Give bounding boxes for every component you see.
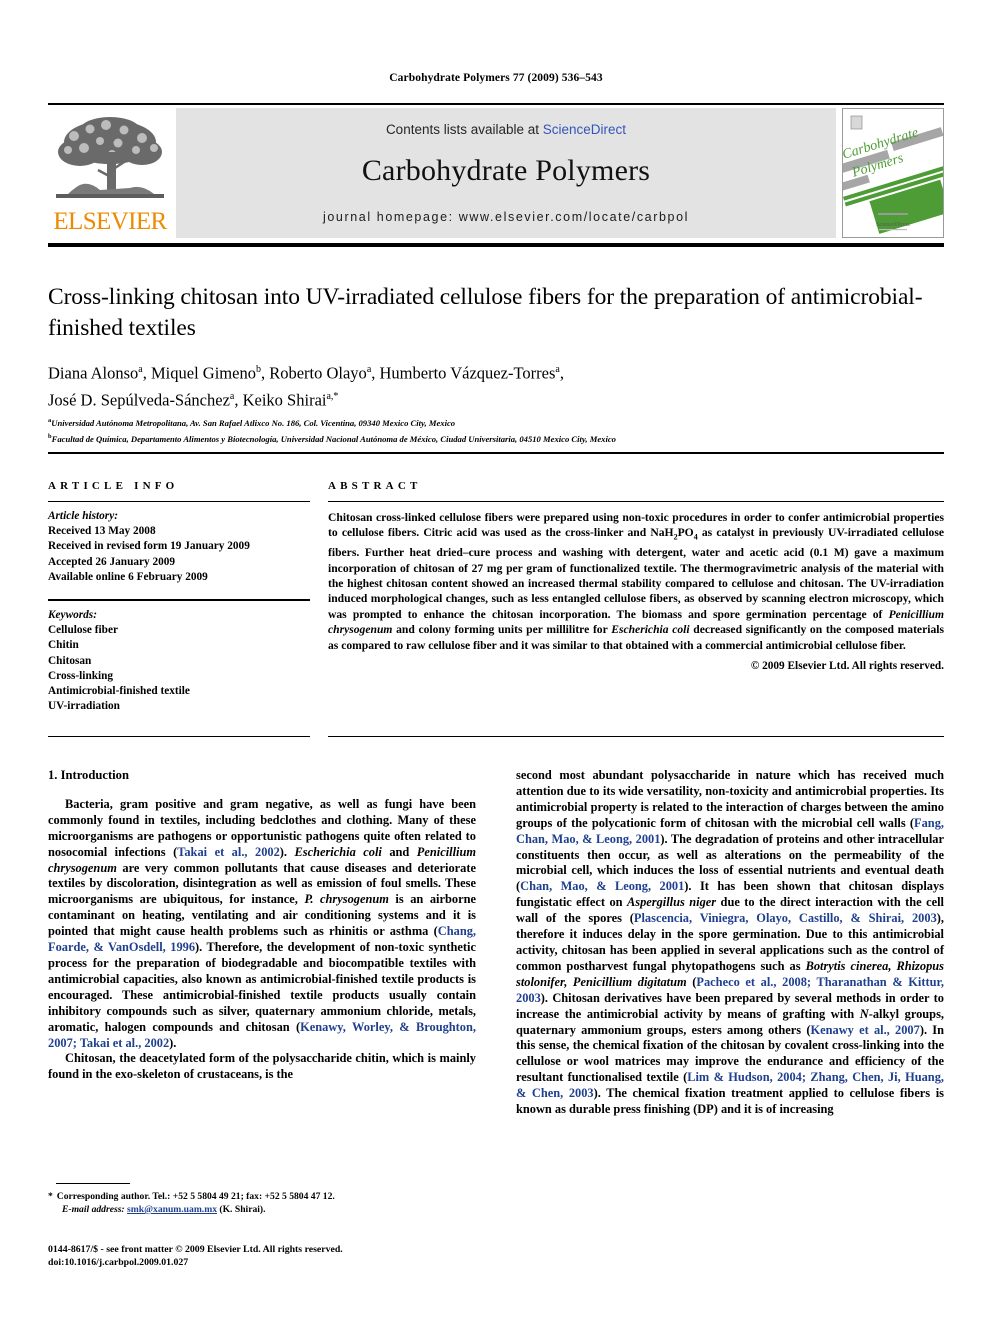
author-list: Diana Alonsoa, Miquel Gimenob, Roberto O… (48, 358, 928, 411)
section-heading-introduction: 1. Introduction (48, 768, 129, 782)
affiliation-b: bFacultad de Química, Departamento Alime… (48, 432, 616, 444)
imprint-front-matter: 0144-8617/$ - see front matter © 2009 El… (48, 1244, 343, 1255)
keyword-item: Chitosan (48, 654, 92, 667)
cover-artwork: Carbohydrate Polymers ScienceDirect (843, 109, 943, 237)
email-link[interactable]: smk@xanum.uam.mx (127, 1204, 217, 1215)
journal-masthead: ELSEVIER Contents lists available at Sci… (48, 103, 944, 240)
citation-link[interactable]: Plascencia, Viniegra, Olayo, Castillo, &… (634, 911, 937, 925)
article-history: Article history: Received 13 May 2008 Re… (48, 502, 310, 585)
abstract-copyright: © 2009 Elsevier Ltd. All rights reserved… (750, 659, 944, 672)
keyword-item: Cross-linking (48, 669, 114, 682)
history-item: Received in revised form 19 January 2009 (48, 540, 250, 553)
keyword-item: Chitin (48, 639, 79, 652)
abstract-text: Chitosan cross-linked cellulose fibers w… (328, 511, 945, 652)
intro-paragraph-2-cont: second most abundant polysaccharide in n… (516, 768, 944, 1117)
imprint-doi: doi:10.1016/j.carbpol.2009.01.027 (48, 1257, 189, 1268)
sciencedirect-link[interactable]: ScienceDirect (543, 122, 626, 137)
info-bottom-rule (48, 736, 310, 737)
keyword-item: Cellulose fiber (48, 624, 118, 637)
body-column-left: 1. Introduction Bacteria, gram positive … (48, 768, 476, 1083)
affiliations: aUniversidad Autónoma Metropolitana, Av.… (48, 414, 938, 446)
svg-text:ScienceDirect: ScienceDirect (876, 222, 910, 228)
contents-available-line: Contents lists available at ScienceDirec… (176, 122, 836, 137)
page-title: Cross-linking chitosan into UV-irradiate… (48, 284, 923, 341)
journal-cover-thumbnail: Carbohydrate Polymers ScienceDirect (842, 108, 944, 238)
email-label: E-mail address: (62, 1204, 125, 1215)
keywords-label: Keywords: (48, 609, 97, 622)
contents-available-label: Contents lists available at (385, 122, 543, 137)
journal-title: Carbohydrate Polymers (361, 154, 651, 187)
publisher-imprint: 0144-8617/$ - see front matter © 2009 El… (48, 1243, 478, 1269)
citation-link[interactable]: Takai et al., 2002 (177, 845, 280, 859)
affiliation-rule (48, 452, 944, 454)
footnote-line-1: * Corresponding author. Tel.: +52 5 5804 … (48, 1191, 335, 1202)
corresponding-author-footnote: * Corresponding author. Tel.: +52 5 5804 … (48, 1190, 478, 1216)
history-item: Received 13 May 2008 (48, 525, 156, 538)
footnote-email-line: E-mail address: smk@xanum.uam.mx (K. Shi… (62, 1204, 266, 1215)
elsevier-tree-icon (54, 112, 166, 208)
journal-banner: Contents lists available at ScienceDirec… (176, 108, 836, 238)
author-line-1: Diana Alonsoa, Miquel Gimenob, Roberto O… (48, 363, 564, 383)
article-page: Carbohydrate Polymers 77 (2009) 536–543 (0, 0, 992, 1323)
abstract-bottom-rule (328, 736, 944, 737)
journal-homepage[interactable]: journal homepage: www.elsevier.com/locat… (176, 210, 836, 224)
history-item: Available online 6 February 2009 (48, 570, 208, 583)
elsevier-wordmark: ELSEVIER (53, 208, 167, 235)
article-history-label: Article history: (48, 510, 118, 522)
history-item: Accepted 26 January 2009 (48, 555, 176, 568)
article-info-heading: ARTICLE INFO (48, 480, 179, 492)
affiliation-a: aUniversidad Autónoma Metropolitana, Av.… (48, 417, 456, 428)
elsevier-logo: ELSEVIER (48, 108, 172, 238)
citation-link[interactable]: Chan, Mao, & Leong, 2001 (520, 879, 684, 893)
masthead-bottom-rule (48, 243, 944, 247)
running-head: Carbohydrate Polymers 77 (2009) 536–543 (389, 72, 603, 84)
keywords-block: Keywords: Cellulose fiber Chitin Chitosa… (48, 601, 310, 714)
abstract-heading: ABSTRACT (328, 480, 422, 492)
intro-paragraph-1: Bacteria, gram positive and gram negativ… (48, 796, 476, 1050)
abstract-column: ABSTRACT Chitosan cross-linked cellulose… (328, 480, 944, 672)
body-column-right: second most abundant polysaccharide in n… (516, 768, 944, 1118)
footnote-marker: * (48, 1191, 53, 1202)
keyword-item: Antimicrobial-finished textile (48, 685, 190, 698)
author-line-2: José D. Sepúlveda-Sáncheza, Keiko Shirai… (48, 390, 339, 409)
keyword-item: UV-irradiation (48, 700, 120, 713)
citation-link[interactable]: Kenawy et al., 2007 (810, 1023, 919, 1037)
intro-paragraph-2: Chitosan, the deacetylated form of the p… (48, 1051, 476, 1082)
article-info-column: ARTICLE INFO Article history: Received 1… (48, 480, 310, 714)
footnote-rule (56, 1183, 130, 1184)
